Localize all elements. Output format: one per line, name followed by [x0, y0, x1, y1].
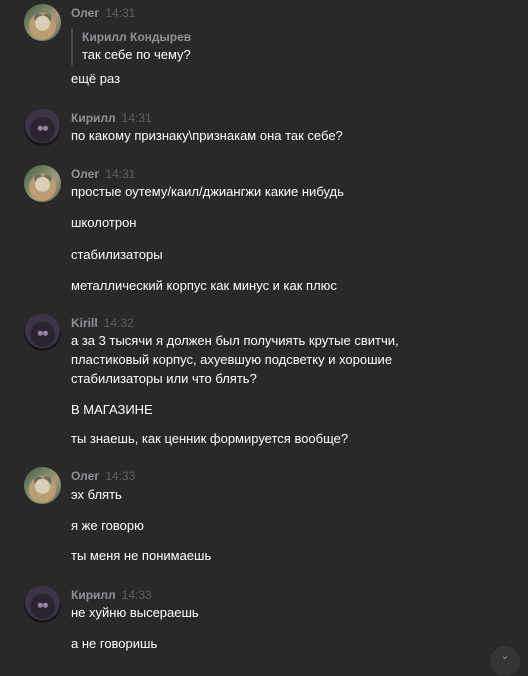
message-text: а за 3 тысячи я должен был получиять кру… [71, 333, 399, 348]
timestamp: 14:33 [121, 588, 152, 602]
message-header: Олег 14:31 [71, 6, 135, 22]
timestamp: 14:31 [105, 167, 136, 181]
message-header: Олег 14:31 [71, 167, 135, 183]
message-text: ты знаешь, как ценник формируется вообще… [71, 431, 349, 446]
message-text: В МАГАЗИНЕ [71, 402, 153, 417]
author-name[interactable]: Олег [71, 167, 99, 181]
kirill-avatar[interactable] [24, 586, 61, 623]
author-name[interactable]: Олег [71, 6, 99, 20]
author-name[interactable]: Kirill [71, 316, 98, 330]
message-text: эх блять [71, 487, 122, 502]
message-text: по какому признаку\признакам она так себ… [71, 128, 343, 143]
timestamp: 14:33 [105, 469, 136, 483]
message-text: металлический корпус как минус и как плю… [71, 278, 337, 293]
kirill-avatar[interactable] [24, 109, 61, 146]
message-header: Олег 14:33 [71, 469, 135, 485]
message-header: Kirill 14:32 [71, 316, 134, 332]
message-text: не хуйню высераешь [71, 605, 199, 620]
quote-text: так себе по чему? [82, 47, 191, 62]
quote-author: Кирилл Кондырев [82, 30, 192, 44]
message-text: я же говорю [71, 518, 144, 533]
scroll-down-button[interactable]: ⌄ [490, 646, 520, 676]
message-text: школотрон [71, 215, 137, 230]
message-text: а не говоришь [71, 636, 158, 651]
timestamp: 14:31 [105, 6, 136, 20]
author-name[interactable]: Олег [71, 469, 99, 483]
message-text: стабилизаторы [71, 247, 163, 262]
message-text: простые оутему/каил/джиангжи какие нибуд… [71, 184, 344, 199]
timestamp: 14:31 [121, 111, 152, 125]
message-text: стабилизаторы или что блять? [71, 371, 257, 386]
chevron-down-icon: ⌄ [500, 650, 510, 662]
message-text: пластиковый корпус, ахуевшую подсветку и… [71, 352, 393, 367]
message-header: Кирилл 14:31 [71, 111, 152, 127]
oleg-avatar[interactable] [24, 165, 61, 202]
author-name[interactable]: Кирилл [71, 588, 116, 602]
message-text: ещё раз [71, 71, 121, 86]
message-header: Кирилл 14:33 [71, 588, 152, 604]
oleg-avatar[interactable] [24, 467, 61, 504]
quote-block: Кирилл Кондырев так себе по чему? [71, 29, 191, 65]
author-name[interactable]: Кирилл [71, 111, 116, 125]
chat-log: Олег 14:31 Кирилл Кондырев так себе по че… [0, 0, 528, 665]
kirill-avatar[interactable] [24, 314, 61, 351]
message-text: ты меня не понимаешь [71, 548, 212, 563]
oleg-avatar[interactable] [24, 4, 61, 41]
timestamp: 14:32 [103, 316, 134, 330]
